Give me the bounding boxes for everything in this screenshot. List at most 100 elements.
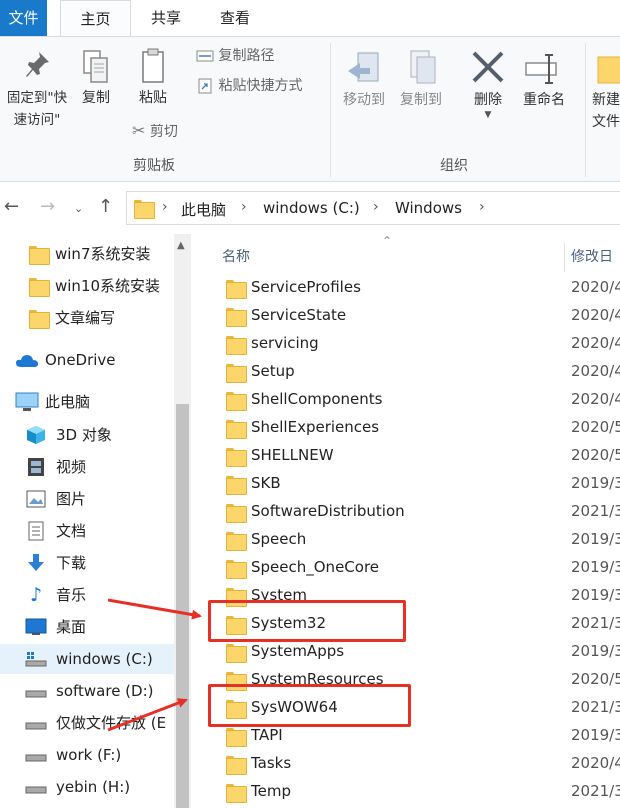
cloud-icon bbox=[16, 355, 38, 367]
nav-item-drive-f[interactable]: work (F:) bbox=[0, 740, 174, 770]
file-name: ServiceProfiles bbox=[251, 278, 361, 296]
breadcrumb-this-pc[interactable]: 此电脑 bbox=[181, 199, 226, 220]
file-row[interactable]: servicing 2020/4 bbox=[195, 330, 620, 358]
nav-item-downloads[interactable]: 下载 bbox=[0, 548, 174, 578]
new-folder-button[interactable]: 新建 文件 bbox=[592, 47, 620, 133]
file-row[interactable]: ServiceProfiles 2020/4 bbox=[195, 274, 620, 302]
folder-icon bbox=[226, 560, 247, 579]
tab-file[interactable]: 文件 bbox=[0, 0, 47, 36]
pin-icon bbox=[26, 52, 49, 77]
film-icon bbox=[28, 458, 44, 476]
column-header-name[interactable]: 名称 bbox=[222, 246, 250, 266]
nav-item-label: 仅做文件存放 (E bbox=[56, 714, 167, 732]
column-header-date[interactable]: 修改日 bbox=[571, 246, 613, 266]
drive-icon bbox=[25, 690, 47, 698]
file-row[interactable]: ShellComponents 2020/4 bbox=[195, 386, 620, 414]
cut-button[interactable]: ✂ 剪切 bbox=[132, 121, 178, 141]
highlight-box-syswow64 bbox=[208, 684, 411, 727]
nav-scrollbar-thumb[interactable] bbox=[176, 404, 189, 808]
file-name: TAPI bbox=[251, 726, 283, 744]
copy-path-label: 复制路径 bbox=[218, 48, 275, 64]
nav-item-this-pc[interactable]: 此电脑 bbox=[0, 387, 174, 417]
nav-item-music[interactable]: ♪ 音乐 bbox=[0, 580, 174, 610]
file-row[interactable]: Speech 2019/3 bbox=[195, 526, 620, 554]
copy-to-button[interactable]: 复制到 bbox=[394, 47, 448, 111]
tab-view[interactable]: 查看 bbox=[205, 0, 265, 36]
drive-icon bbox=[25, 786, 47, 794]
file-row[interactable]: SoftwareDistribution 2021/3 bbox=[195, 498, 620, 526]
file-date: 2020/4 bbox=[571, 362, 620, 380]
nav-item-drive-c[interactable]: windows (C:) bbox=[0, 644, 174, 674]
nav-item-drive-h[interactable]: yebin (H:) bbox=[0, 772, 174, 802]
copy-path-button[interactable]: 复制路径 bbox=[196, 45, 274, 65]
folder-icon bbox=[226, 308, 247, 327]
file-date: 2019/3 bbox=[571, 586, 620, 604]
copy-button[interactable]: 复制 bbox=[76, 47, 116, 109]
nav-scrollbar[interactable]: ▲ bbox=[174, 234, 191, 808]
file-name: ShellComponents bbox=[251, 390, 383, 408]
nav-item-videos[interactable]: 视频 bbox=[0, 452, 174, 482]
file-row[interactable]: Tasks 2020/4 bbox=[195, 750, 620, 778]
nav-item-label: OneDrive bbox=[45, 351, 116, 369]
address-input[interactable]: › 此电脑 › windows (C:) › Windows › bbox=[126, 191, 620, 225]
file-name: SoftwareDistribution bbox=[251, 502, 405, 520]
nav-item-desktop[interactable]: 桌面 bbox=[0, 612, 174, 642]
tab-home[interactable]: 主页 bbox=[60, 0, 131, 37]
paste-button[interactable]: 粘贴 bbox=[133, 47, 173, 109]
nav-item-label: 文档 bbox=[56, 522, 87, 540]
computer-icon bbox=[15, 392, 39, 411]
nav-item-win10[interactable]: win10系统安装 bbox=[0, 271, 174, 301]
file-row[interactable]: Setup 2020/4 bbox=[195, 358, 620, 386]
back-arrow-icon[interactable]: ← bbox=[4, 196, 19, 217]
copy-label: 复制 bbox=[82, 90, 110, 106]
file-row[interactable]: SystemApps 2019/3 bbox=[195, 638, 620, 666]
new-folder-icon bbox=[597, 56, 620, 84]
folder-icon bbox=[226, 364, 247, 383]
nav-item-3d-objects[interactable]: 3D 对象 bbox=[0, 420, 174, 450]
delete-dropdown-icon[interactable]: ▼ bbox=[466, 111, 510, 120]
up-arrow-icon[interactable]: ↑ bbox=[98, 196, 113, 217]
file-date: 2019/3 bbox=[571, 530, 620, 548]
nav-item-documents[interactable]: 文档 bbox=[0, 516, 174, 546]
folder-icon bbox=[29, 246, 50, 265]
file-row[interactable]: SHELLNEW 2020/5 bbox=[195, 442, 620, 470]
file-row[interactable]: ServiceState 2020/4 bbox=[195, 302, 620, 330]
column-separator[interactable] bbox=[564, 242, 565, 272]
paste-shortcut-button[interactable]: 粘贴快捷方式 bbox=[196, 75, 302, 95]
scissors-icon: ✂ bbox=[132, 121, 146, 140]
breadcrumb-windows[interactable]: Windows bbox=[395, 199, 462, 217]
folder-icon bbox=[226, 448, 247, 467]
nav-item-drive-d[interactable]: software (D:) bbox=[0, 676, 174, 706]
breadcrumb-separator: › bbox=[241, 199, 247, 215]
navigation-pane: win7系统安装 win10系统安装 文章编写 OneDrive 此电脑 3D … bbox=[0, 234, 195, 808]
move-to-button[interactable]: 移动到 bbox=[338, 47, 390, 111]
breadcrumb-drive-c[interactable]: windows (C:) bbox=[263, 199, 360, 217]
file-name: Speech_OneCore bbox=[251, 558, 380, 576]
nav-item-win7[interactable]: win7系统安装 bbox=[0, 239, 174, 269]
rename-button[interactable]: 重命名 bbox=[514, 47, 574, 111]
nav-item-label: 3D 对象 bbox=[56, 426, 112, 444]
file-date: 2020/4 bbox=[571, 754, 620, 772]
forward-arrow-icon[interactable]: → bbox=[40, 196, 55, 217]
nav-item-onedrive[interactable]: OneDrive bbox=[0, 345, 174, 375]
nav-item-label: software (D:) bbox=[56, 682, 154, 700]
folder-icon bbox=[226, 504, 247, 523]
nav-item-articles[interactable]: 文章编写 bbox=[0, 303, 174, 333]
nav-item-label: 音乐 bbox=[56, 586, 87, 604]
move-to-icon bbox=[348, 52, 379, 82]
folder-icon bbox=[226, 336, 247, 355]
file-row[interactable]: Temp 2021/3 bbox=[195, 778, 620, 806]
recent-locations-chevron-icon[interactable]: ⌄ bbox=[74, 202, 83, 215]
file-row[interactable]: ShellExperiences 2020/5 bbox=[195, 414, 620, 442]
scroll-up-arrow-icon[interactable]: ▲ bbox=[177, 240, 185, 251]
tab-share[interactable]: 共享 bbox=[141, 0, 191, 36]
file-row[interactable]: Speech_OneCore 2019/3 bbox=[195, 554, 620, 582]
nav-item-label: 下载 bbox=[56, 554, 87, 572]
pin-quick-access-button[interactable]: 固定到"快 速访问" bbox=[0, 49, 74, 131]
nav-item-drive-e[interactable]: 仅做文件存放 (E bbox=[0, 708, 174, 738]
pin-label-1: 固定到"快 bbox=[6, 90, 68, 106]
delete-button[interactable]: 删除 ▼ bbox=[466, 47, 510, 120]
folder-icon bbox=[226, 756, 247, 775]
nav-item-pictures[interactable]: 图片 bbox=[0, 484, 174, 514]
file-row[interactable]: SKB 2019/3 bbox=[195, 470, 620, 498]
